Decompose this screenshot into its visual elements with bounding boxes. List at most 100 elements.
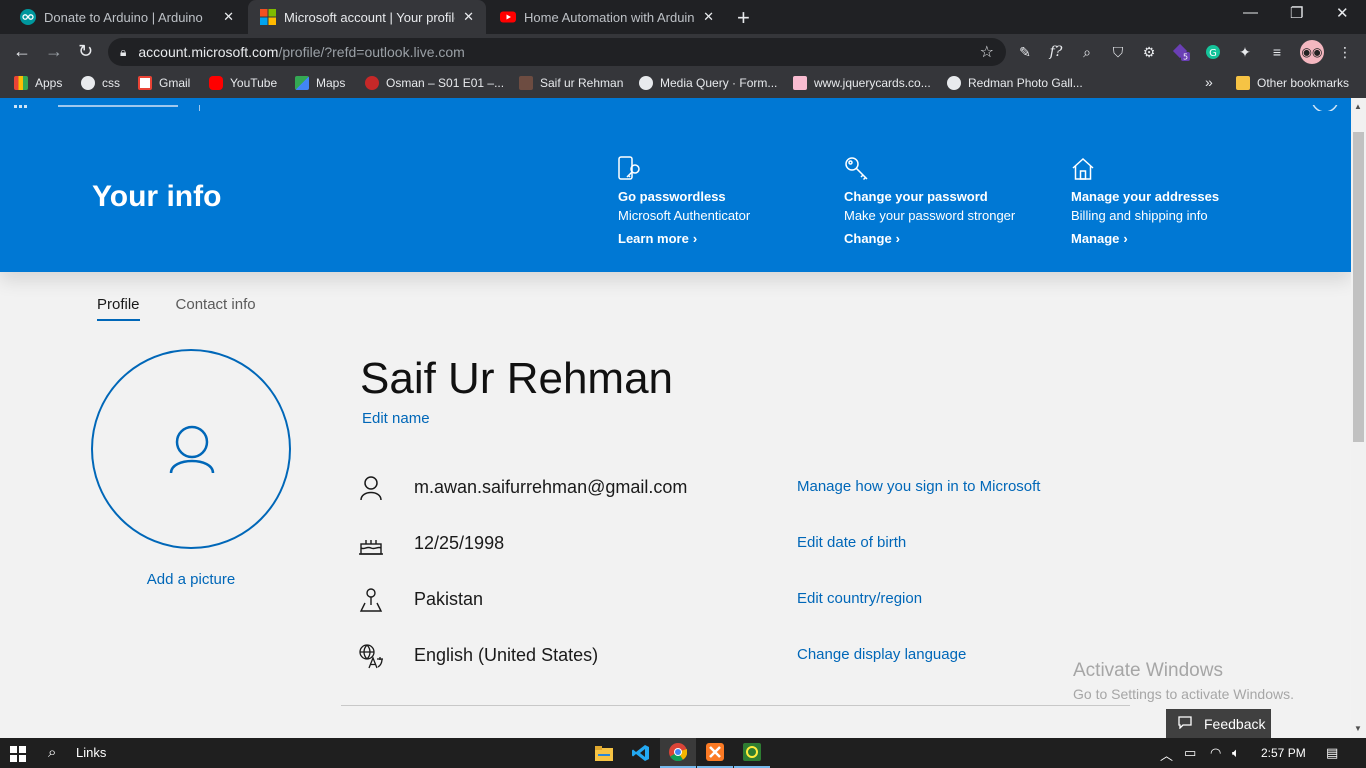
quick-link-action: Change [844, 231, 892, 246]
chevron-right-icon: › [895, 231, 901, 246]
extension-badge-count: 5 [1183, 53, 1188, 62]
grammarly-extension-icon[interactable]: G [1204, 43, 1222, 61]
bookmark-css[interactable]: css [81, 76, 120, 90]
arduino-favicon-icon [20, 9, 36, 25]
bookmark-label: Apps [35, 76, 63, 90]
xampp-icon[interactable] [697, 738, 733, 768]
chrome-taskbar-icon[interactable] [660, 738, 696, 768]
tab-home-automation[interactable]: Home Automation with Arduino and IoT ✕ [488, 0, 726, 34]
bookmark-jquerycards[interactable]: www.jquerycards.co... [793, 76, 931, 90]
page-scrollbar[interactable]: ▲ ▼ [1351, 98, 1366, 738]
chrome-menu-icon[interactable]: ⋮ [1336, 43, 1354, 61]
volume-icon[interactable]: 🔈︎ [1232, 745, 1240, 761]
bookmark-maps[interactable]: Maps [295, 76, 345, 90]
new-tab-plus-icon[interactable]: + [737, 5, 750, 31]
change-display-language-link[interactable]: Change display language [797, 646, 966, 663]
file-explorer-icon[interactable] [586, 738, 622, 768]
tab-arduino[interactable]: Donate to Arduino | Arduino ✕ [8, 0, 246, 34]
shield-extension-icon[interactable]: ⛉ [1109, 43, 1127, 61]
arduino-ide-icon[interactable] [734, 738, 770, 768]
media-control-icon[interactable]: ≡ [1268, 43, 1286, 61]
extensions-puzzle-icon[interactable]: ✦ [1236, 43, 1254, 61]
bookmark-youtube[interactable]: YouTube [209, 76, 277, 90]
bookmark-media-query[interactable]: Media Query · Form... [639, 76, 777, 90]
bookmark-osman[interactable]: Osman – S01 E01 –... [365, 76, 504, 90]
apps-grid-icon [14, 76, 28, 90]
person-icon [358, 475, 384, 501]
minimize-icon[interactable]: — [1243, 4, 1258, 21]
maps-icon [295, 76, 309, 90]
bookmark-label: Saif ur Rehman [540, 76, 624, 90]
play-icon [365, 76, 379, 90]
change-password-link[interactable]: Change › [844, 231, 1054, 246]
key-icon [844, 156, 1054, 182]
manage-addresses-link[interactable]: Manage › [1071, 231, 1281, 246]
quick-link-sub: Make your password stronger [844, 208, 1016, 223]
bookmark-other[interactable]: Other bookmarks [1236, 76, 1349, 90]
folder-icon [1236, 76, 1250, 90]
forward-arrow-icon[interactable]: → [45, 41, 63, 62]
bookmark-label: YouTube [230, 76, 278, 90]
bookmark-saif[interactable]: Saif ur Rehman [519, 76, 623, 90]
feedback-button[interactable]: Feedback [1166, 709, 1271, 738]
profile-avatar[interactable]: ◉◉ [1300, 40, 1324, 64]
microsoft-logo-icon [260, 9, 276, 25]
font-finder-extension-icon[interactable]: f? [1047, 43, 1065, 61]
bookmarks-bar: Apps css Gmail YouTube Maps Osman – S01 … [0, 70, 1366, 98]
quick-link-addresses: Manage your addresses Billing and shippi… [1071, 156, 1281, 246]
quick-link-heading: Go passwordless [618, 189, 726, 204]
url-host: account.microsoft.com [138, 44, 279, 60]
bookmark-redman[interactable]: Redman Photo Gall... [947, 76, 1083, 90]
avatar[interactable] [91, 349, 291, 549]
scroll-down-icon[interactable]: ▼ [1354, 724, 1362, 733]
address-bar[interactable]: 🔒︎ account.microsoft.com/profile/?refd=o… [108, 38, 1006, 66]
birthdate-value: 12/25/1998 [414, 533, 505, 553]
close-tab-icon[interactable]: ✕ [703, 9, 714, 25]
close-tab-icon[interactable]: ✕ [463, 9, 474, 25]
notifications-icon[interactable]: ▤ [1326, 745, 1338, 761]
tray-overflow-chevron-icon[interactable]: ︿ [1160, 745, 1173, 764]
search-icon[interactable]: ⌕ [48, 744, 56, 761]
bookmark-label: Media Query · Form... [660, 76, 778, 90]
edit-country-link[interactable]: Edit country/region [797, 590, 922, 607]
quick-link-action: Manage [1071, 231, 1120, 246]
bookmark-star-icon[interactable]: ☆ [980, 42, 994, 62]
taskbar-clock[interactable]: 2:57 PM [1261, 746, 1306, 760]
gear-extension-icon[interactable]: ⚙ [1140, 43, 1158, 61]
profile-tabs: Profile Contact info [97, 296, 256, 321]
bookmark-gmail[interactable]: Gmail [138, 76, 190, 90]
quick-link-sub: Microsoft Authenticator [618, 208, 751, 223]
close-window-icon[interactable]: ✕ [1336, 4, 1349, 22]
vscode-icon[interactable] [623, 738, 659, 768]
eyedropper-extension-icon[interactable]: ✎ [1016, 43, 1034, 61]
taskbar-search-text[interactable]: Links [76, 745, 106, 760]
scroll-thumb[interactable] [1353, 132, 1364, 442]
tab-profile[interactable]: Profile [97, 296, 140, 321]
edit-date-of-birth-link[interactable]: Edit date of birth [797, 534, 906, 551]
bookmark-apps[interactable]: Apps [14, 76, 62, 90]
restore-window-icon[interactable]: ❐ [1290, 4, 1303, 22]
tab-contact-info[interactable]: Contact info [176, 296, 256, 321]
location-pin-icon [358, 587, 384, 613]
youtube-icon [209, 76, 223, 90]
wifi-icon[interactable]: ◠ [1210, 745, 1221, 761]
edit-name-link[interactable]: Edit name [362, 410, 430, 427]
back-arrow-icon[interactable]: ← [13, 41, 31, 62]
search-extension-icon[interactable]: ⌕ [1078, 43, 1096, 61]
add-picture-link[interactable]: Add a picture [91, 571, 291, 588]
quick-link-password: Change your password Make your password … [844, 156, 1054, 246]
scrolled-header-edge [0, 98, 1351, 113]
learn-more-link[interactable]: Learn more › [618, 231, 828, 246]
bookmarks-overflow-icon[interactable]: » [1205, 74, 1213, 90]
purple-extension-icon[interactable]: 5 [1172, 43, 1190, 62]
scroll-up-icon[interactable]: ▲ [1354, 102, 1362, 111]
info-row-country: Pakistan Edit country/region [358, 587, 1118, 617]
manage-sign-in-link[interactable]: Manage how you sign in to Microsoft [797, 478, 1040, 495]
windows-start-icon[interactable] [10, 746, 26, 762]
close-tab-icon[interactable]: ✕ [223, 9, 234, 25]
battery-icon[interactable]: ▭ [1184, 745, 1196, 761]
reload-icon[interactable]: ↻ [78, 41, 93, 62]
language-icon [358, 643, 384, 669]
email-value: m.awan.saifurrehman@gmail.com [414, 477, 688, 497]
tab-microsoft-account[interactable]: Microsoft account | Your profile | Micro… [248, 0, 486, 34]
